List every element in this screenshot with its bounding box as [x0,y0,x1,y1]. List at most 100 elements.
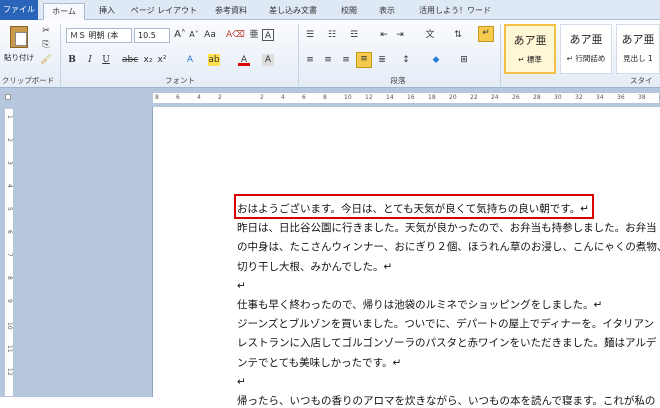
bullets-icon[interactable]: ☰ [304,29,316,41]
italic-icon[interactable]: I [84,54,96,66]
grow-font-icon[interactable]: A˄ [174,29,186,41]
group-separator [298,24,299,86]
style-preview: あア亜 [569,33,603,46]
document-line[interactable]: ンテでとても美味しかったです。↵ [237,356,401,370]
document-line[interactable]: ジーンズとブルゾンを買いました。ついでに、デパートの屋上でディナーを。イタリアン [237,317,654,331]
ruler-tick-label: 24 [491,94,499,101]
document-line[interactable]: 昨日は、日比谷公園に行きました。天気が良かったので、お弁当も持参しました。お弁当 [237,221,657,235]
style-name: ↵ 標準 [518,55,542,64]
highlight-annotation-box [234,194,594,219]
document-line[interactable]: の中身は、たこさんウィンナー、おにぎり２個、ほうれん草のお浸し、こんにゃくの煮物… [237,240,660,254]
style-no-spacing[interactable]: あア亜 ↵ 行間詰め [560,24,612,74]
char-shading-icon[interactable]: A [262,54,274,66]
highlight-icon[interactable]: ab [208,54,220,66]
align-left-icon[interactable]: ≡ [304,54,316,66]
ruler-tick-label: 18 [428,94,436,101]
tab-mailings[interactable]: 差し込み文書 [262,3,324,20]
subscript-icon[interactable]: x₂ [142,54,154,66]
ruler-tick-label: 34 [596,94,604,101]
show-marks-icon[interactable]: ↵ [478,26,494,42]
format-painter-icon[interactable]: 🖌 [40,54,52,66]
shrink-font-icon[interactable]: A˅ [188,29,200,41]
enclosed-char-icon[interactable]: A [262,29,274,41]
ribbon-home: 貼り付け ✂ ⎘ 🖌 クリップボード ＭＳ 明朝 (本 10.5 A˄ A˅ A… [0,20,660,88]
font-size-input[interactable]: 10.5 [134,28,170,43]
tab-insert[interactable]: 挿入 [94,3,120,20]
increase-indent-icon[interactable]: ⇥ [394,29,406,41]
borders-icon[interactable]: ⊞ [458,54,470,66]
ruler-tick-label: 4 [6,184,13,188]
tab-review[interactable]: 校閲 [334,3,364,20]
style-normal[interactable]: あア亜 ↵ 標準 [504,24,556,74]
ruler-tick-label: 26 [512,94,520,101]
tab-references[interactable]: 参考資料 [208,3,254,20]
ruler-tick-label: 7 [6,253,13,257]
document-line[interactable]: ↵ [237,375,246,389]
tab-selector[interactable] [5,94,11,100]
asian-layout-icon[interactable]: 文 [424,29,436,41]
ruler-tick-label: 2 [6,138,13,142]
vertical-ruler[interactable]: 1 2 3 4 5 6 7 8 9 10 11 12 [4,108,14,397]
document-line[interactable]: 仕事も早く終わったので、帰りは池袋のルミネでショッピングをしました。↵ [237,298,602,312]
font-name-input[interactable]: ＭＳ 明朝 (本 [66,28,132,43]
underline-icon[interactable]: U [100,54,112,66]
style-preview: あア亜 [513,34,547,47]
ruler-tick-label: 3 [6,161,13,165]
ruler-tick-label: 6 [302,94,306,101]
cut-icon[interactable]: ✂ [40,25,52,37]
paragraph-group-label: 段落 [390,76,406,85]
style-heading-1[interactable]: あア亜 見出し 1 [616,24,660,74]
tab-custom[interactable]: 活用しよう！ワード [412,3,498,20]
ruler-tick-label: 6 [6,230,13,234]
ruler-tick-label: 4 [281,94,285,101]
copy-icon[interactable]: ⎘ [40,39,52,51]
paste-button[interactable]: 貼り付け [3,24,35,72]
bold-icon[interactable]: B [66,54,78,66]
decrease-indent-icon[interactable]: ⇤ [378,29,390,41]
ribbon-tab-bar: ファイル ホーム 挿入 ページ レイアウト 参考資料 差し込み文書 校閲 表示 … [0,0,660,21]
document-line[interactable]: レストランに入店してゴルゴンゾーラのパスタと赤ワインをいただきました。麺はアルデ [237,336,656,350]
horizontal-ruler[interactable]: 8642246810121416182022242628303234363840 [152,92,660,104]
tab-file[interactable]: ファイル [0,0,38,20]
document-line[interactable]: 帰ったら、いつもの香りのアロマを炊きながら、いつもの本を読んで寝ます。これが私の [237,394,655,408]
document-line[interactable]: ↵ [237,279,246,293]
shading-icon[interactable]: ◆ [430,54,442,66]
ruler-tick-label: 20 [449,94,457,101]
line-spacing-icon[interactable]: ↕ [400,54,412,66]
numbering-icon[interactable]: ☷ [326,29,338,41]
phonetic-guide-icon[interactable]: 亜 [248,29,260,41]
distributed-icon[interactable]: ≣ [376,54,388,66]
document-line[interactable]: 切り干し大根、みかんでした。↵ [237,260,392,274]
text-effects-icon[interactable]: A [184,54,196,66]
style-name: 見出し 1 [623,54,653,63]
clipboard-group-label: クリップボード [1,76,55,85]
paste-icon [10,26,28,48]
tab-view[interactable]: 表示 [372,3,402,20]
font-color-icon[interactable]: A [238,54,250,66]
change-case-icon[interactable]: Aa [204,29,216,41]
ruler-tick-label: 4 [197,94,201,101]
ruler-tick-label: 5 [6,207,13,211]
align-center-icon[interactable]: ≡ [322,54,334,66]
superscript-icon[interactable]: x² [156,54,168,66]
ruler-tick-label: 30 [554,94,562,101]
ruler-tick-label: 8 [323,94,327,101]
justify-icon[interactable]: ≡ [356,52,372,68]
align-right-icon[interactable]: ≡ [340,54,352,66]
strikethrough-icon[interactable]: abc [122,54,138,66]
ruler-tick-label: 10 [344,94,352,101]
tab-page-layout[interactable]: ページ レイアウト [128,3,200,20]
multilevel-list-icon[interactable]: ☲ [348,29,360,41]
paste-label: 貼り付け [4,53,34,62]
ruler-tick-label: 22 [470,94,478,101]
tab-home[interactable]: ホーム [43,3,85,21]
ruler-tick-label: 38 [638,94,646,101]
group-separator [500,24,501,86]
clear-format-icon[interactable]: A⌫ [226,29,245,41]
ruler-tick-label: 2 [218,94,222,101]
ruler-tick-label: 10 [6,322,13,330]
ruler-tick-label: 9 [6,299,13,303]
ruler-tick-label: 2 [260,94,264,101]
sort-icon[interactable]: ⇅ [452,29,464,41]
styles-group-label: スタイ [630,76,653,85]
